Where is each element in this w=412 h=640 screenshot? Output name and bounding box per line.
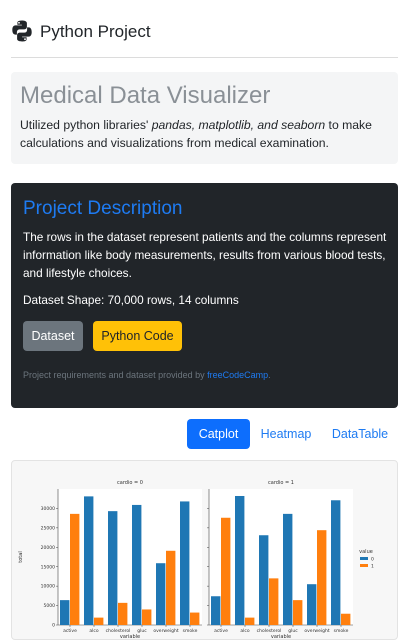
y-tick-label: 20000: [41, 545, 55, 551]
header-divider: [11, 57, 398, 58]
x-tick-label: smoke: [183, 628, 198, 634]
freecodecamp-link[interactable]: freeCodeCamp: [207, 370, 268, 380]
project-intro-panel: Medical Data Visualizer Utilized python …: [11, 72, 398, 164]
y-tick-label: 25000: [41, 525, 55, 531]
y-tick-label: 5000: [44, 603, 56, 609]
bar-overweight-value-0: [156, 563, 166, 625]
bar-alco-value-0: [235, 495, 245, 625]
bar-cholesterol-value-1: [269, 578, 279, 625]
credit-text: Project requirements and dataset provide…: [23, 370, 271, 380]
description-heading: Project Description: [23, 198, 183, 219]
summary-libraries: pandas, matplotlib, and seaborn: [151, 118, 326, 132]
x-tick-label: active: [214, 628, 228, 634]
dataset-shape-text: Dataset Shape: 70,000 rows, 14 columns: [23, 293, 239, 307]
panel-title: cardio = 0: [117, 480, 143, 486]
bar-smoke-value-0: [331, 500, 341, 625]
top-navbar: Python Project: [0, 0, 412, 58]
brand-title[interactable]: Python Project: [40, 22, 151, 42]
y-axis-label: total: [18, 551, 24, 562]
bar-gluc-value-0: [283, 513, 293, 625]
bar-alco-value-1: [245, 617, 255, 625]
y-tick-label: 10000: [41, 584, 55, 590]
x-tick-label: overweight: [153, 628, 178, 634]
credit-suffix: .: [268, 370, 271, 380]
x-axis-label: variable: [271, 634, 291, 639]
x-tick-label: alco: [89, 628, 98, 634]
bar-alco-value-1: [94, 617, 104, 625]
x-tick-label: active: [63, 628, 77, 634]
python-logo-icon[interactable]: [10, 19, 34, 43]
chart-tabs: Catplot Heatmap DataTable: [0, 419, 412, 449]
python-code-button[interactable]: Python Code: [93, 321, 182, 351]
bar-active-value-0: [211, 596, 221, 625]
legend-swatch-1: [360, 564, 368, 567]
y-tick-label: 30000: [41, 506, 55, 512]
legend-swatch-0: [360, 557, 368, 560]
tab-heatmap[interactable]: Heatmap: [255, 419, 317, 449]
legend-label-0: 0: [371, 556, 374, 562]
x-tick-label: smoke: [334, 628, 349, 634]
legend-title: value: [359, 549, 373, 555]
bar-overweight-value-1: [317, 530, 327, 625]
x-axis-label: variable: [120, 634, 140, 639]
panel-title: cardio = 1: [268, 480, 294, 486]
bar-gluc-value-1: [142, 609, 152, 625]
bar-gluc-value-1: [293, 600, 303, 625]
project-description-card: Project Description The rows in the data…: [11, 183, 398, 408]
catplot-chart: total cardio = 0 0 5000 10000 15000 20000 25000…: [18, 480, 374, 639]
bar-smoke-value-0: [180, 501, 190, 625]
bar-active-value-1: [221, 517, 231, 625]
bar-active-value-1: [70, 513, 80, 625]
bar-smoke-value-1: [341, 613, 351, 625]
bar-cholesterol-value-1: [118, 602, 128, 625]
credit-prefix: Project requirements and dataset provide…: [23, 370, 208, 380]
x-tick-label: overweight: [304, 628, 329, 634]
description-text: The rows in the dataset represent patien…: [23, 230, 387, 280]
bar-overweight-value-1: [166, 550, 176, 625]
x-tick-label: alco: [240, 628, 249, 634]
summary-prefix: Utilized python libraries': [20, 118, 152, 132]
tab-datatable[interactable]: DataTable: [326, 419, 394, 449]
legend-label-1: 1: [371, 563, 374, 569]
tab-catplot[interactable]: Catplot: [187, 419, 250, 449]
bar-overweight-value-0: [307, 584, 317, 625]
bar-smoke-value-1: [190, 612, 200, 625]
y-tick-label: 15000: [41, 564, 55, 570]
dataset-button[interactable]: Dataset: [23, 321, 83, 351]
y-tick-label: 0: [52, 623, 55, 629]
bar-active-value-0: [60, 600, 70, 625]
bar-cholesterol-value-0: [259, 535, 269, 625]
bar-cholesterol-value-0: [108, 511, 118, 625]
catplot-chart-card: total cardio = 0 0 5000 10000 15000 20000 25000…: [11, 460, 398, 640]
project-summary: Utilized python libraries' pandas, matpl…: [20, 116, 390, 152]
bar-gluc-value-0: [132, 504, 142, 625]
project-title: Medical Data Visualizer: [20, 82, 271, 109]
bar-alco-value-0: [84, 496, 94, 625]
